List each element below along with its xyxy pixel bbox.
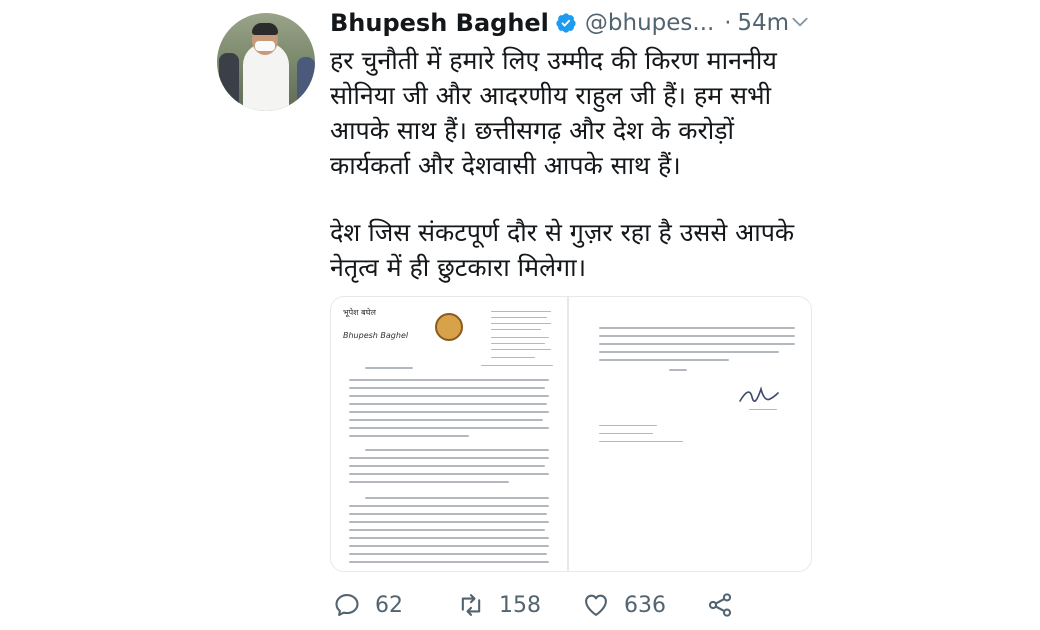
- attached-letter-page-2[interactable]: [568, 296, 812, 572]
- retweet-count: 158: [499, 592, 541, 618]
- letterhead-name-english: Bhupesh Baghel: [343, 331, 409, 340]
- like-action[interactable]: 636: [582, 588, 666, 622]
- like-icon: [585, 594, 607, 616]
- user-handle[interactable]: @bhupes...: [585, 10, 714, 36]
- chevron-down-icon[interactable]: [790, 12, 810, 32]
- text-line: सोनिया जी और आदरणीय राहुल जी हैं। हम सभी: [330, 81, 772, 110]
- tweet-header: Bhupesh Baghel @bhupes... · 54m: [330, 6, 789, 40]
- reply-icon: [335, 594, 359, 616]
- letterhead-name-hindi: भूपेश बघेल: [343, 308, 376, 317]
- text-line: आपके साथ हैं। छत्तीसगढ़ और देश के करोड़ो…: [330, 116, 735, 145]
- tweet-text-paragraph-2: देश जिस संकटपूर्ण दौर से गुज़र रहा है उस…: [330, 215, 890, 285]
- retweet-icon: [461, 594, 481, 616]
- reply-action[interactable]: 62: [333, 588, 403, 622]
- text-line: देश जिस संकटपूर्ण दौर से गुज़र रहा है उस…: [330, 218, 795, 247]
- verified-badge-icon: [556, 13, 576, 33]
- separator-dot: ·: [724, 10, 732, 36]
- tweet-timestamp[interactable]: 54m: [737, 10, 789, 36]
- share-icon: [708, 593, 732, 617]
- attached-letter-page-1[interactable]: भूपेश बघेल Bhupesh Baghel: [330, 296, 568, 572]
- signature-mark: [739, 386, 779, 402]
- like-count: 636: [624, 592, 666, 618]
- share-action[interactable]: [706, 588, 748, 622]
- text-line: नेतृत्व में ही छुटकारा मिलेगा।: [330, 253, 587, 282]
- tweet-text-paragraph-1: हर चुनौती में हमारे लिए उम्मीद की किरण म…: [330, 43, 890, 183]
- reply-count: 62: [375, 592, 403, 618]
- text-line: कार्यकर्ता और देशवासी आपके साथ हैं।: [330, 151, 681, 180]
- text-line: हर चुनौती में हमारे लिए उम्मीद की किरण म…: [330, 46, 777, 75]
- profile-avatar[interactable]: [217, 13, 315, 111]
- retweet-action[interactable]: 158: [457, 588, 541, 622]
- state-emblem-icon: [435, 313, 463, 341]
- display-name[interactable]: Bhupesh Baghel: [330, 9, 549, 37]
